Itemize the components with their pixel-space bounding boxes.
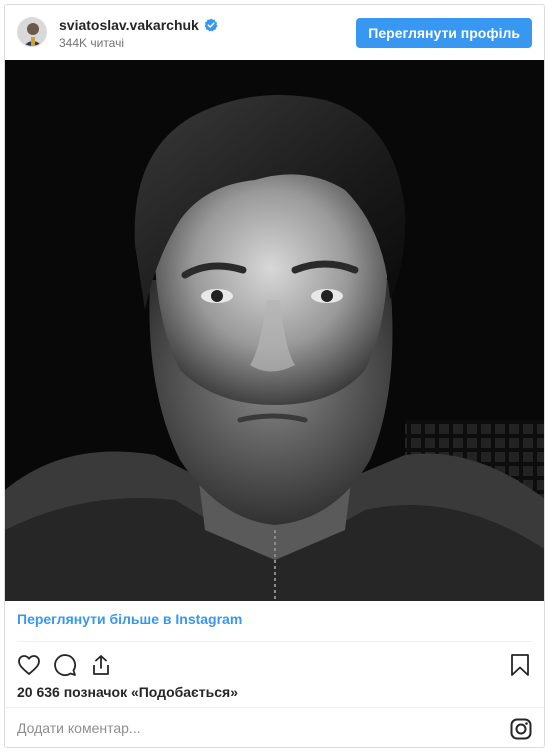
action-bar: [13, 649, 117, 681]
like-button[interactable]: [13, 649, 45, 681]
save-button[interactable]: [504, 649, 536, 681]
view-profile-button[interactable]: Переглянути профіль: [356, 18, 532, 48]
post-photo[interactable]: [5, 60, 544, 601]
comment-box: [5, 707, 544, 747]
share-button[interactable]: [85, 649, 117, 681]
view-more-instagram-link[interactable]: Переглянути більше в Instagram: [17, 611, 242, 627]
share-icon: [93, 655, 109, 675]
comment-button[interactable]: [49, 649, 81, 681]
username-row: sviatoslav.vakarchuk: [59, 17, 218, 33]
instagram-icon[interactable]: [510, 718, 532, 740]
post-header: sviatoslav.vakarchuk 344K читачі Перегля…: [5, 5, 544, 61]
instagram-embed-card: sviatoslav.vakarchuk 344K читачі Перегля…: [4, 4, 545, 748]
follower-count: 344K читачі: [59, 36, 125, 50]
bookmark-icon: [511, 654, 529, 676]
avatar[interactable]: [17, 17, 47, 47]
verified-icon: [204, 18, 218, 32]
heart-icon: [18, 655, 40, 675]
username[interactable]: sviatoslav.vakarchuk: [59, 17, 199, 33]
divider: [17, 641, 532, 642]
comment-icon: [54, 654, 76, 676]
comment-input[interactable]: [17, 716, 487, 740]
likes-count: 20 636 позначок «Подобається»: [17, 684, 238, 700]
